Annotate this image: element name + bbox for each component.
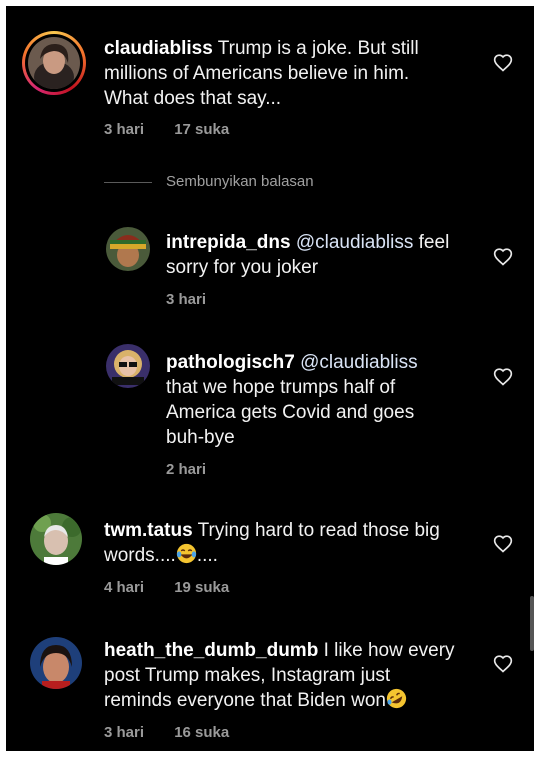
reply-text: sorry for you joker xyxy=(166,257,319,278)
comment-text: reminds everyone that Biden won xyxy=(104,690,386,711)
mention-link[interactable]: @claudiabliss xyxy=(300,352,418,373)
rofl-emoji-icon xyxy=(386,688,407,709)
heart-outline-icon[interactable] xyxy=(493,654,513,674)
avatar[interactable] xyxy=(106,344,150,388)
like-count[interactable]: 17 suka xyxy=(174,121,229,138)
comments-screen: claudiabliss Trump is a joke. But still … xyxy=(6,6,534,751)
scrollbar[interactable] xyxy=(530,596,534,651)
reply-pathologisch7: pathologisch7 @claudiabliss that we hope… xyxy=(6,336,534,486)
reply-text: buh-bye xyxy=(166,427,235,448)
comment-time: 3 hari xyxy=(104,121,145,138)
comment-username[interactable]: claudiabliss xyxy=(104,38,213,59)
comment-text: post Trump makes, Instagram just xyxy=(104,665,391,686)
comment-meta: 4 hari 19 suka xyxy=(104,579,255,596)
heart-outline-icon[interactable] xyxy=(493,53,513,73)
avatar[interactable] xyxy=(28,37,80,89)
mention-link[interactable]: @claudiabliss xyxy=(296,232,414,253)
comment-username[interactable]: heath_the_dumb_dumb xyxy=(104,640,318,661)
avatar[interactable] xyxy=(30,513,82,565)
reply-text: that we hope trumps half of xyxy=(166,377,396,398)
comment-time: 4 hari xyxy=(104,579,145,596)
reply-username[interactable]: pathologisch7 xyxy=(166,352,295,373)
hide-replies-button[interactable]: Sembunyikan balasan xyxy=(166,173,314,190)
reply-text: America gets Covid and goes xyxy=(166,402,415,423)
comment-text: What does that say... xyxy=(104,88,282,109)
like-count[interactable]: 19 suka xyxy=(174,579,229,596)
comment-meta: 3 hari 17 suka xyxy=(104,121,255,138)
comment-text: I like how every xyxy=(323,640,455,661)
avatar[interactable] xyxy=(30,637,82,689)
comment-text: Trying hard to read those big xyxy=(197,520,440,541)
reply-meta: 2 hari xyxy=(166,461,232,478)
comment-twm.tatus: twm.tatus Trying hard to read those big … xyxy=(6,501,534,611)
reply-time: 2 hari xyxy=(166,461,207,478)
heart-outline-icon[interactable] xyxy=(493,247,513,267)
comment-meta: 3 hari 16 suka xyxy=(104,724,255,741)
comment-claudiabliss: claudiabliss Trump is a joke. But still … xyxy=(6,6,534,156)
comment-text: millions of Americans believe in him. xyxy=(104,63,410,84)
like-count[interactable]: 16 suka xyxy=(174,724,229,741)
heart-outline-icon[interactable] xyxy=(493,367,513,387)
heart-outline-icon[interactable] xyxy=(493,534,513,554)
laughing-emoji-icon xyxy=(176,543,196,564)
comment-text: Trump is a joke. But still xyxy=(217,38,419,59)
avatar[interactable] xyxy=(106,227,150,271)
reply-intrepida_dns: intrepida_dns @claudiabliss feel sorry f… xyxy=(6,216,534,316)
reply-text: feel xyxy=(413,232,450,253)
reply-meta: 3 hari xyxy=(166,291,232,308)
comment-time: 3 hari xyxy=(104,724,145,741)
reply-username[interactable]: intrepida_dns xyxy=(166,232,291,253)
comment-text: .... xyxy=(196,545,218,566)
divider xyxy=(104,182,152,183)
comment-text: words.... xyxy=(104,545,176,566)
comment-username[interactable]: twm.tatus xyxy=(104,520,193,541)
reply-time: 3 hari xyxy=(166,291,207,308)
comment-heath_the_dumb_dumb: heath_the_dumb_dumb I like how every pos… xyxy=(6,621,534,751)
